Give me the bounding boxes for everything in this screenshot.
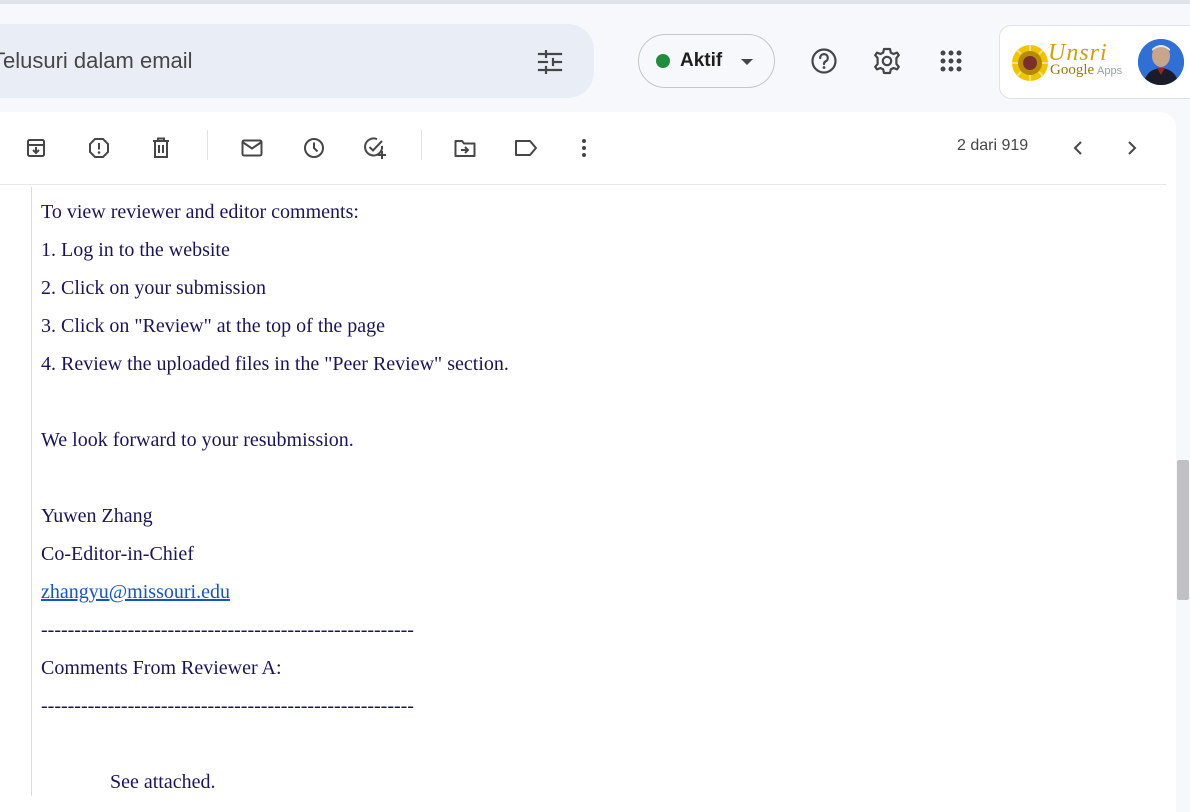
status-indicator-dot <box>656 54 670 68</box>
message-left-rule <box>31 187 32 796</box>
divider-line: ----------------------------------------… <box>41 619 414 641</box>
message-toolbar: 2 dari 919 <box>0 112 1166 185</box>
archive-icon <box>27 139 45 157</box>
chevron-left-icon <box>1073 141 1082 155</box>
archive-button[interactable] <box>20 132 52 164</box>
signature-email-link[interactable]: zhangyu@missouri.edu <box>41 581 230 603</box>
caret-down-icon <box>741 59 753 65</box>
snooze-button[interactable] <box>298 132 330 164</box>
more-vertical-icon <box>582 139 586 157</box>
move-to-button[interactable] <box>449 132 481 164</box>
reviewer-heading: Comments From Reviewer A: <box>41 657 282 679</box>
status-dropdown[interactable]: Aktif <box>638 34 775 88</box>
apps-grid-icon <box>940 50 962 72</box>
report-spam-icon <box>89 138 109 158</box>
next-message-button[interactable] <box>1116 132 1148 164</box>
status-label: Aktif <box>680 50 723 71</box>
pagination-text: 2 dari 919 <box>957 137 1029 154</box>
search-input[interactable] <box>0 42 500 80</box>
move-to-folder-icon <box>454 140 476 157</box>
apps-button[interactable] <box>934 44 968 78</box>
more-options-button[interactable] <box>568 132 600 164</box>
university-emblem-icon <box>1012 45 1048 81</box>
reviewer-comment: See attached. <box>110 771 216 793</box>
organization-logo-apps: Apps <box>1097 65 1123 77</box>
top-border <box>0 0 1190 4</box>
mark-unread-button[interactable] <box>236 132 268 164</box>
search-bar <box>0 24 594 98</box>
instruction-step: 2. Click on your submission <box>41 277 267 299</box>
trash-icon <box>153 137 169 158</box>
settings-button[interactable] <box>870 44 904 78</box>
filter-options-icon[interactable] <box>537 49 563 75</box>
toolbar-divider <box>207 130 208 160</box>
instruction-step: 4. Review the uploaded files in the "Pee… <box>41 353 509 375</box>
user-photo-icon <box>1138 39 1184 85</box>
label-button[interactable] <box>510 132 542 164</box>
signature-name: Yuwen Zhang <box>41 505 153 527</box>
organization-logo: Unsri Google Apps <box>1010 40 1130 86</box>
account-chip[interactable]: Unsri Google Apps <box>999 25 1190 99</box>
report-spam-button[interactable] <box>83 132 115 164</box>
organization-logo-google: Google <box>1050 62 1095 78</box>
message-intro: To view reviewer and editor comments: <box>41 201 359 223</box>
add-to-tasks-button[interactable] <box>359 132 391 164</box>
label-icon <box>515 140 537 156</box>
toolbar-divider <box>421 130 422 160</box>
avatar[interactable] <box>1138 39 1184 85</box>
add-task-icon <box>364 137 386 159</box>
chevron-right-icon <box>1128 141 1137 155</box>
instruction-step: 3. Click on "Review" at the top of the p… <box>41 315 386 337</box>
message-closing: We look forward to your resubmission. <box>41 429 354 451</box>
delete-button[interactable] <box>145 132 177 164</box>
clock-icon <box>304 138 324 158</box>
divider-line: ----------------------------------------… <box>41 695 414 717</box>
settings-icon <box>874 47 900 75</box>
help-button[interactable] <box>807 44 841 78</box>
message-body: To view reviewer and editor comments: 1.… <box>41 193 1161 801</box>
mail-icon <box>241 139 263 157</box>
scrollbar-thumb[interactable] <box>1177 460 1189 600</box>
instruction-step: 1. Log in to the website <box>41 239 230 261</box>
help-icon <box>811 48 837 74</box>
signature-title: Co-Editor-in-Chief <box>41 543 194 565</box>
previous-message-button[interactable] <box>1062 132 1094 164</box>
signature-email-row: zhangyu@missouri.edu <box>41 573 1161 611</box>
